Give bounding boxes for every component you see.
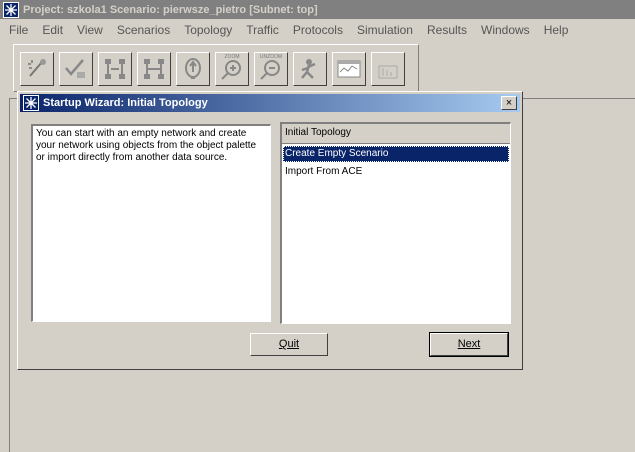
check-links-icon [65, 59, 85, 78]
menu-simulation[interactable]: Simulation [349, 23, 419, 37]
unzoom-button[interactable]: UNZOOM [254, 52, 288, 86]
main-title-bar[interactable]: Project: szkola1 Scenario: pierwsze_piet… [0, 0, 635, 19]
fail-node-button[interactable] [98, 52, 132, 86]
zoom-icon [221, 60, 241, 80]
option-import-from-ace[interactable]: Import From ACE [283, 164, 509, 180]
description-text: You can start with an empty network and … [36, 128, 257, 163]
view-results-button[interactable] [332, 52, 366, 86]
menu-help[interactable]: Help [536, 23, 575, 37]
recover-node-button[interactable] [137, 52, 171, 86]
toolbar: ZOOM UNZOOM [13, 44, 419, 92]
opnet-star-icon [23, 95, 39, 111]
close-button[interactable]: × [501, 96, 517, 110]
description-panel: You can start with an empty network and … [31, 124, 271, 322]
return-parent-button[interactable] [176, 52, 210, 86]
next-button-label: Next [457, 338, 481, 350]
quit-button[interactable]: Quit [250, 333, 328, 356]
view-results-icon [337, 60, 361, 78]
check-links-button[interactable] [59, 52, 93, 86]
startup-wizard-dialog: Startup Wizard: Initial Topology × You c… [17, 91, 523, 370]
window-title: Project: szkola1 Scenario: pierwsze_piet… [23, 3, 318, 16]
quit-button-label: Quit [278, 338, 300, 350]
fail-node-icon [105, 59, 125, 79]
return-parent-icon [185, 58, 201, 79]
menu-results[interactable]: Results [419, 23, 473, 37]
menu-edit[interactable]: Edit [34, 23, 69, 37]
zoom-button[interactable]: ZOOM [215, 52, 249, 86]
hide-graphs-button[interactable] [371, 52, 405, 86]
menu-protocols[interactable]: Protocols [285, 23, 349, 37]
configure-run-button[interactable] [293, 52, 327, 86]
dialog-title-bar[interactable]: Startup Wizard: Initial Topology × [20, 94, 520, 112]
configure-run-icon [301, 59, 316, 79]
option-create-empty-scenario[interactable]: Create Empty Scenario [283, 146, 509, 162]
workspace-left-edge [9, 98, 10, 452]
dialog-title: Startup Wizard: Initial Topology [43, 97, 208, 109]
topology-list[interactable]: Initial Topology Create Empty Scenario I… [280, 122, 511, 324]
list-header: Initial Topology [282, 124, 510, 144]
menu-traffic[interactable]: Traffic [238, 23, 285, 37]
close-icon: × [505, 96, 513, 109]
opnet-star-icon [3, 1, 19, 18]
unzoom-icon [260, 60, 280, 80]
open-palette-button[interactable] [20, 52, 54, 86]
menu-windows[interactable]: Windows [473, 23, 536, 37]
menu-bar: File Edit View Scenarios Topology Traffi… [0, 20, 635, 40]
menu-view[interactable]: View [69, 23, 109, 37]
open-palette-icon [28, 59, 46, 77]
hide-graphs-icon [378, 65, 398, 79]
menu-scenarios[interactable]: Scenarios [109, 23, 176, 37]
menu-file[interactable]: File [0, 23, 34, 37]
recover-node-icon [144, 59, 164, 79]
next-button[interactable]: Next [429, 332, 509, 357]
menu-topology[interactable]: Topology [176, 23, 238, 37]
